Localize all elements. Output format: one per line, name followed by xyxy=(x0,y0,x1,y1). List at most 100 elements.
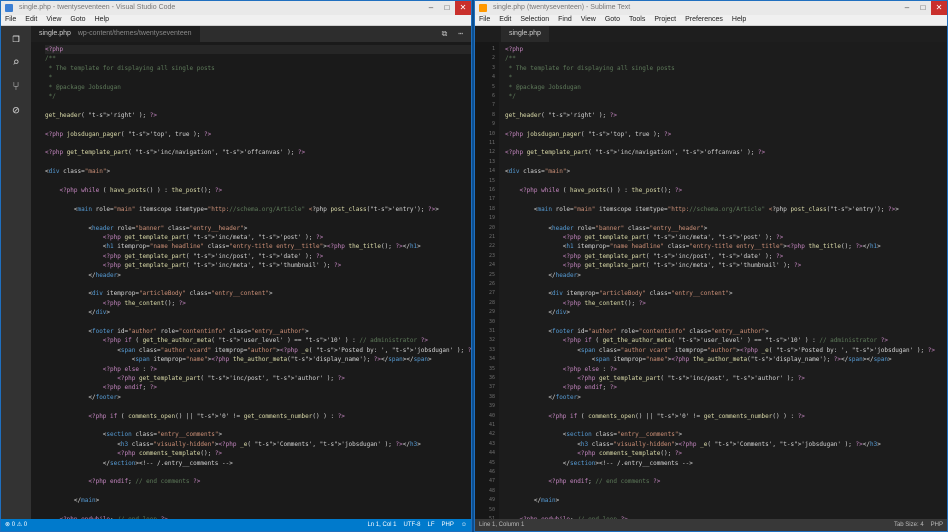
code-line: <?php if ( comments_open() || "t-s">'0' … xyxy=(88,412,345,420)
problems-indicator[interactable]: ⊗ 0 ⚠ 0 xyxy=(5,519,27,531)
maximize-icon[interactable]: □ xyxy=(915,1,931,15)
code-line: </main> xyxy=(505,497,560,505)
code-line: <?php while ( have_posts() ) : the_post(… xyxy=(59,187,223,194)
code-line: * xyxy=(505,74,513,82)
line-number: 46 xyxy=(488,469,495,475)
code-line: <?php if ( get_the_author_meta( "t-s">'u… xyxy=(562,337,888,345)
menu-item-edit[interactable]: Edit xyxy=(25,15,37,25)
line-number: 32 xyxy=(488,337,495,344)
code-line: <div class="main"> xyxy=(45,168,111,176)
line-number: 44 xyxy=(488,450,495,457)
code-line: <span itemprop="name"><?php the_author_m… xyxy=(45,356,432,364)
code-line: <?php jobsdugan_pager( "t-s">'top', true… xyxy=(505,130,672,138)
line-number: 47 xyxy=(488,478,495,485)
line-number: 3 xyxy=(491,64,495,71)
line-number: 37 xyxy=(488,384,495,391)
line-number: 6 xyxy=(491,93,495,99)
minimize-icon[interactable]: – xyxy=(423,1,439,15)
status-item[interactable]: Tab Size: 4 xyxy=(894,522,924,528)
close-icon[interactable]: ✕ xyxy=(931,1,947,15)
status-item[interactable]: PHP xyxy=(931,522,943,528)
close-icon[interactable]: ✕ xyxy=(455,1,471,15)
code-line: * @package Jobsdugan xyxy=(505,83,581,91)
code-line: <span class="author vcard" itemprop="aut… xyxy=(505,346,935,354)
menu-item-selection[interactable]: Selection xyxy=(520,15,549,25)
code-line: <?php endif; ?> xyxy=(562,384,618,392)
minimize-icon[interactable]: – xyxy=(899,1,915,15)
line-number: 29 xyxy=(488,309,495,316)
line-number: 41 xyxy=(488,422,495,428)
menu-item-tools[interactable]: Tools xyxy=(629,15,645,25)
code-line: <?php if ( comments_open() || "t-s">'0' … xyxy=(548,412,805,420)
split-editor-icon[interactable]: ⧉ ⋯ xyxy=(442,26,466,42)
tab-single-php[interactable]: single.php wp-content/themes/twentyseven… xyxy=(31,26,200,42)
line-number: 19 xyxy=(488,215,495,222)
vscode-menu-bar: File Edit View Goto Help xyxy=(1,15,471,26)
menu-item-find[interactable]: Find xyxy=(558,15,572,25)
code-line: <?php get_template_part( "t-s">'inc/meta… xyxy=(102,262,342,270)
menu-item-view[interactable]: View xyxy=(46,15,61,25)
line-number: 40 xyxy=(488,412,495,419)
vscode-app-icon xyxy=(5,4,13,12)
status-item[interactable]: PHP xyxy=(442,522,454,528)
sublime-editor[interactable]: 1 2 3 4 5 6 7 8 9 10 11 12 13 14 15 16 17 18 19 20 21 22 23 24 2… xyxy=(475,42,947,519)
line-number: 10 xyxy=(488,130,495,137)
vscode-title: single.php - twentyseventeen - Visual St… xyxy=(19,4,176,11)
code-line: /** xyxy=(505,55,516,63)
code-line: <span class="author vcard" itemprop="aut… xyxy=(45,346,471,354)
status-item[interactable]: LF xyxy=(428,522,435,528)
vscode-window-controls: – □ ✕ xyxy=(423,1,471,15)
sublime-tab-strip: single.php xyxy=(475,26,947,43)
git-icon[interactable]: ⑂ xyxy=(1,74,31,98)
maximize-icon[interactable]: □ xyxy=(439,1,455,15)
search-icon[interactable]: ⌕ xyxy=(1,50,31,74)
menu-item-goto[interactable]: Goto xyxy=(70,15,85,25)
menu-item-view[interactable]: View xyxy=(581,15,596,25)
status-item[interactable]: Ln 1, Col 1 xyxy=(367,522,396,528)
code-line: <footer id="author" role="contentinfo" c… xyxy=(45,328,309,335)
status-item[interactable]: UTF-8 xyxy=(404,522,421,528)
extensions-icon[interactable]: ⊘ xyxy=(1,98,31,122)
code-line: </div> xyxy=(45,309,111,317)
menu-item-preferences[interactable]: Preferences xyxy=(685,15,723,25)
code-line: <h3 class="visually-hidden"><?php _e( "t… xyxy=(45,440,421,448)
line-number: 14 xyxy=(488,168,495,175)
menu-item-help[interactable]: Help xyxy=(732,15,746,25)
code-line: <section class="entry__comments"> xyxy=(45,431,223,439)
files-icon[interactable]: ❐ xyxy=(1,26,31,50)
menu-item-project[interactable]: Project xyxy=(654,15,676,25)
menu-item-file[interactable]: File xyxy=(479,15,490,25)
menu-item-edit[interactable]: Edit xyxy=(499,15,511,25)
line-number: 36 xyxy=(488,375,495,381)
menu-item-goto[interactable]: Goto xyxy=(605,15,620,25)
code-area[interactable]: <?php /** * The template for displaying a… xyxy=(505,42,947,519)
code-line: <?php get_template_part( "t-s">'inc/meta… xyxy=(562,262,802,270)
code-line: */ xyxy=(45,93,56,100)
vscode-title-bar: single.php - twentyseventeen - Visual St… xyxy=(1,1,471,15)
code-line: <?php get_template_part( "t-s">'inc/post… xyxy=(102,252,324,260)
code-line: <?php get_template_part( "t-s">'inc/meta… xyxy=(102,234,324,241)
code-line: <?php get_template_part( "t-s">'inc/navi… xyxy=(45,149,306,157)
code-line: * The template for displaying all single… xyxy=(505,64,675,72)
line-number: 18 xyxy=(488,205,495,212)
line-number: 15 xyxy=(488,177,495,184)
vscode-editor[interactable]: <?php /** * The template for displaying a… xyxy=(31,42,471,519)
code-line: <div class="main"> xyxy=(505,168,571,176)
line-number: 50 xyxy=(488,506,495,513)
code-line: <main role="main" itemscope itemtype="ht… xyxy=(505,205,899,213)
line-number: 35 xyxy=(488,365,495,372)
code-line: <?php endif; // end comments ?> xyxy=(88,478,201,486)
status-item[interactable]: ☺ xyxy=(461,522,467,528)
code-line: <?php endif; ?> xyxy=(102,384,158,392)
line-number: 39 xyxy=(488,403,495,410)
sublime-window: single.php (twentyseventeen) - Sublime T… xyxy=(474,0,948,532)
tab-single-php[interactable]: single.php xyxy=(501,26,549,42)
code-line: * @package Jobsdugan xyxy=(45,83,121,91)
code-area[interactable]: <?php /** * The template for displaying a… xyxy=(45,42,471,519)
menu-item-file[interactable]: File xyxy=(5,15,16,25)
sublime-title-bar: single.php (twentyseventeen) - Sublime T… xyxy=(475,1,947,15)
code-line: <main role="main" itemscope itemtype="ht… xyxy=(45,205,439,213)
code-line: <?php else : ?> xyxy=(102,365,158,373)
menu-item-help[interactable]: Help xyxy=(95,15,109,25)
line-number: 31 xyxy=(488,328,495,334)
